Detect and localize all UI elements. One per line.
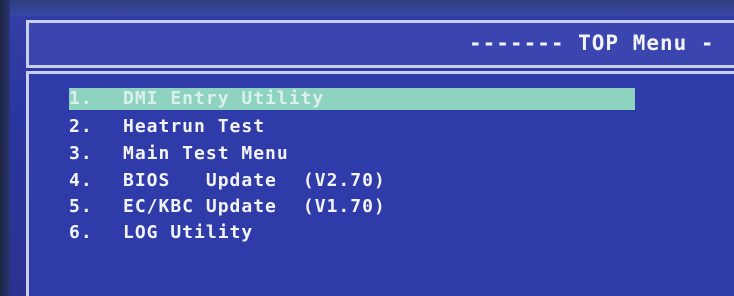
menu-item-log-utility[interactable]: 6. LOG Utility bbox=[69, 222, 253, 244]
menu-item-label: BIOS Update bbox=[123, 170, 277, 191]
menu-item-label: LOG Utility bbox=[123, 222, 254, 243]
menu-item-number: 1. bbox=[69, 88, 93, 109]
menu-item-number: 3. bbox=[69, 143, 93, 164]
menu-item-number: 2. bbox=[69, 116, 93, 137]
screen-bezel-top bbox=[0, 0, 734, 16]
menu-item-version: (V2.70) bbox=[302, 170, 386, 191]
menu-item-number: 5. bbox=[69, 196, 93, 217]
menu-item-number: 4. bbox=[69, 170, 93, 191]
menu-item-heatrun-test[interactable]: 2. Heatrun Test bbox=[69, 116, 265, 138]
menu-item-label: DMI Entry Utility bbox=[123, 88, 325, 109]
menu-item-version: (V1.70) bbox=[302, 196, 386, 217]
menu-item-number: 6. bbox=[69, 222, 93, 243]
menu-item-bios-update[interactable]: 4. BIOS Update (V2.70) bbox=[69, 170, 386, 192]
menu-item-ec-kbc-update[interactable]: 5. EC/KBC Update (V1.70) bbox=[69, 196, 386, 218]
menu-panel: 1. DMI Entry Utility 2. Heatrun Test 3. Mai… bbox=[26, 71, 734, 296]
menu-item-dmi-entry-utility[interactable]: 1. DMI Entry Utility bbox=[69, 88, 635, 110]
menu-item-label: EC/KBC Update bbox=[123, 196, 277, 217]
bios-screen: ------- TOP Menu - 1. DMI Entry Utility 2… bbox=[0, 0, 734, 296]
menu-item-label: Heatrun Test bbox=[123, 116, 266, 137]
header-panel: ------- TOP Menu - bbox=[26, 20, 734, 68]
menu-item-main-test-menu[interactable]: 3. Main Test Menu bbox=[69, 143, 289, 165]
screen-bezel-left bbox=[0, 0, 10, 296]
page-title: ------- TOP Menu - bbox=[469, 31, 715, 55]
menu-item-label: Main Test Menu bbox=[123, 143, 289, 164]
